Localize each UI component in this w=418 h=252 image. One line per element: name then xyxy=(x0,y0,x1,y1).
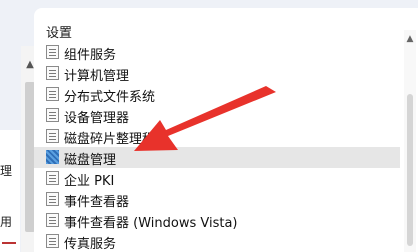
list-item[interactable]: 分布式文件系统 xyxy=(34,84,400,105)
document-list-icon xyxy=(46,108,59,122)
document-list-icon xyxy=(46,129,59,143)
document-list-icon xyxy=(46,45,59,59)
list-item-label: 传真服务 xyxy=(64,237,117,252)
list-item-label: 设备管理器 xyxy=(64,111,130,126)
left-pane xyxy=(0,130,20,252)
list-item[interactable]: 事件查看器 (Windows Vista) xyxy=(34,210,400,231)
panel-title: 设置 xyxy=(46,26,73,41)
document-list-icon xyxy=(46,66,59,80)
list-item-label: 分布式文件系统 xyxy=(64,90,156,105)
list-item-disk-management[interactable]: 磁盘管理 xyxy=(34,147,400,168)
list-item-label: 计算机管理 xyxy=(64,69,130,84)
list-item-label: 磁盘管理 xyxy=(64,153,117,168)
list-item-label: 事件查看器 xyxy=(64,195,130,210)
left-pane-text-fragment: 用 xyxy=(0,215,13,229)
document-list-icon xyxy=(46,171,59,185)
scroll-up-icon[interactable]: ▲ xyxy=(405,34,415,44)
list-item-label: 组件服务 xyxy=(64,48,117,63)
list-scrollbar-thumb[interactable] xyxy=(407,94,413,246)
list-item[interactable]: 设备管理器 xyxy=(34,105,400,126)
list-item-label: 事件查看器 (Windows Vista) xyxy=(64,216,238,231)
list-item[interactable]: 企业 PKI xyxy=(34,168,400,189)
document-list-icon xyxy=(46,213,59,227)
disk-management-icon xyxy=(46,150,59,164)
list-item[interactable]: 磁盘碎片整理程 xyxy=(34,126,400,147)
settings-panel: 设置 组件服务 计算机管理 分布式文件系统 设备管理器 磁盘碎片整理程 磁盘管理 xyxy=(34,8,418,252)
left-pane-text-fragment: 理 xyxy=(0,164,13,178)
document-list-icon xyxy=(46,87,59,101)
document-list-icon xyxy=(46,192,59,206)
list-item-label: 磁盘碎片整理程 xyxy=(64,132,156,147)
left-pane-edge xyxy=(2,242,16,252)
list-item-label: 企业 PKI xyxy=(64,174,115,189)
list-item[interactable]: 事件查看器 xyxy=(34,189,400,210)
list-item[interactable]: 传真服务 xyxy=(34,231,400,252)
list-item[interactable]: 计算机管理 xyxy=(34,63,400,84)
list-item[interactable]: 组件服务 xyxy=(34,42,400,63)
document-list-icon xyxy=(46,234,59,248)
list-scrollbar[interactable]: ▲ xyxy=(404,30,416,252)
